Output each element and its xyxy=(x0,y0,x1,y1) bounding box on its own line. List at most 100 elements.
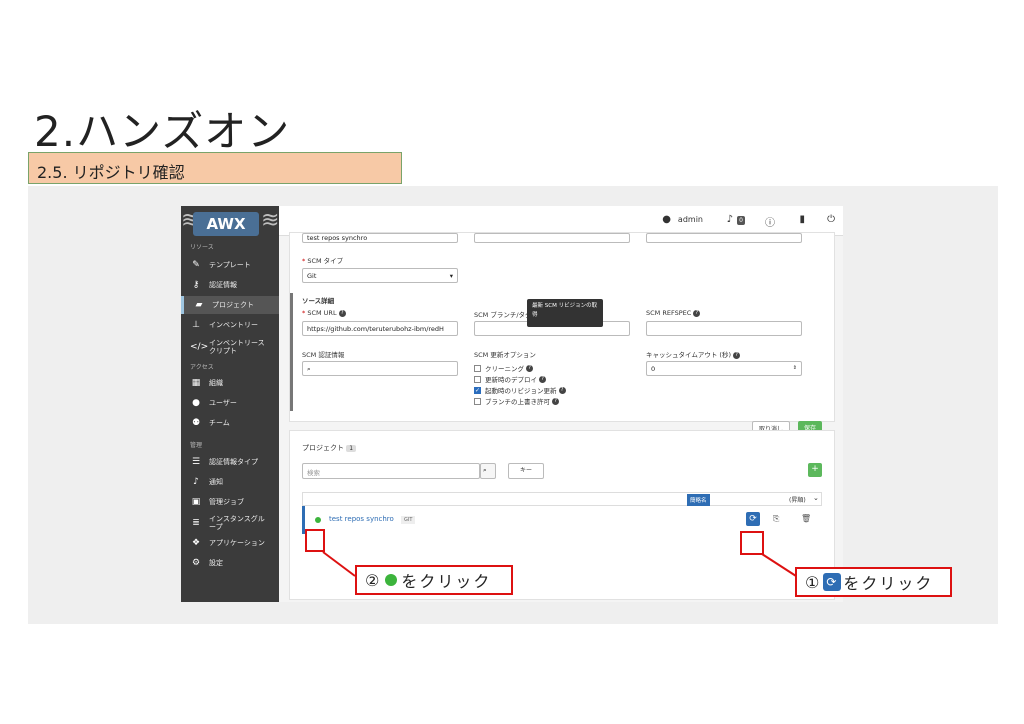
callout-text: をクリック xyxy=(843,574,934,593)
scm-type-select[interactable]: Git ▾ xyxy=(302,268,458,283)
highlight-status-dot xyxy=(305,529,325,552)
help-icon: ? xyxy=(338,309,346,317)
scm-type-badge: GIT xyxy=(401,516,416,524)
organization-input[interactable] xyxy=(646,233,802,243)
sidebar-item-label: インベントリースクリプト xyxy=(209,339,265,355)
awx-logo[interactable]: AWX xyxy=(193,212,259,236)
scm-credential-label: SCM 認証情報 xyxy=(302,351,345,359)
sidebar-item-label: テンプレート xyxy=(209,261,251,269)
help-icon: ? xyxy=(558,386,566,394)
list-alt-icon: ☰ xyxy=(191,457,201,467)
project-row[interactable]: test repos synchro GIT ⟳ ⎘ 🗑 xyxy=(302,506,822,534)
cubes-icon: ❖ xyxy=(191,538,201,548)
sidebar-item-applications[interactable]: ❖ アプリケーション xyxy=(181,534,279,552)
trash-icon[interactable]: 🗑 xyxy=(801,514,811,523)
sidebar-section-admin: 管理 xyxy=(190,442,203,449)
sidebar-item-label: 認証情報タイプ xyxy=(209,458,258,466)
sidebar-item-inventory-scripts[interactable]: </> インベントリースクリプト xyxy=(181,336,279,358)
project-search-input[interactable]: 検索 xyxy=(302,463,480,479)
key-button[interactable]: キー xyxy=(508,463,544,479)
spinner-icon: ⇕ xyxy=(792,365,797,371)
checkbox[interactable] xyxy=(474,397,481,405)
sidebar-item-settings[interactable]: ⚙ 設定 xyxy=(181,554,279,572)
building-icon: ▦ xyxy=(191,378,201,388)
highlight-sync-button xyxy=(740,531,764,555)
book-icon[interactable]: ▮ xyxy=(799,214,805,225)
bell-icon: ♪ xyxy=(193,477,199,487)
help-icon: ? xyxy=(693,309,701,317)
cache-timeout-input[interactable]: 0 ⇕ xyxy=(646,361,802,376)
sidebar-item-organizations[interactable]: ▦ 組織 xyxy=(181,374,279,392)
sidebar-item-label: アプリケーション xyxy=(209,539,265,547)
option-update-on-launch[interactable]: ✓ 起動時のリビジョン更新 ? xyxy=(474,385,566,395)
sidebar-item-label: インベントリー xyxy=(209,321,258,329)
wing-right-icon: ≋ xyxy=(261,208,280,233)
name-input[interactable]: test repos synchro xyxy=(302,233,458,243)
sidebar-item-credential-types[interactable]: ☰ 認証情報タイプ xyxy=(181,453,279,471)
sidebar-item-label: 認証情報 xyxy=(209,281,237,289)
key-icon: ⚷ xyxy=(192,280,200,290)
source-details-heading: ソース詳細 xyxy=(302,297,335,305)
copy-icon[interactable]: ⎘ xyxy=(773,514,779,524)
scm-url-label: * SCM URL ? xyxy=(302,309,346,317)
username[interactable]: admin xyxy=(678,215,703,224)
callout-step-1: ① ⟳ をクリック xyxy=(795,567,952,597)
slide-title: 2.ハンズオン xyxy=(34,107,291,156)
bell-icon[interactable]: ♪ xyxy=(727,214,733,225)
sidebar-item-management-jobs[interactable]: ▣ 管理ジョブ xyxy=(181,493,279,511)
help-icon: ? xyxy=(552,397,560,405)
briefcase-icon: ▣ xyxy=(191,497,201,507)
sidebar-item-users[interactable]: ● ユーザー xyxy=(181,394,279,412)
pencil-square-icon: ✎ xyxy=(192,260,200,270)
sidebar-item-templates[interactable]: ✎ テンプレート xyxy=(181,256,279,274)
callout-step-2: ② をクリック xyxy=(355,565,513,595)
sync-refresh-icon: ⟳ xyxy=(823,573,842,591)
users-icon: ⚉ xyxy=(191,418,201,428)
sidebar-item-projects[interactable]: ▰ プロジェクト xyxy=(181,296,279,314)
project-count-badge: 1 xyxy=(346,445,357,452)
add-project-button[interactable]: + xyxy=(808,463,822,477)
project-name-link[interactable]: test repos synchro xyxy=(329,515,394,523)
sort-name-label[interactable]: 簡略名 xyxy=(687,494,710,506)
option-clean[interactable]: クリーニング ? xyxy=(474,363,534,373)
checkbox[interactable] xyxy=(474,364,481,372)
sort-toolbar: 簡略名 (昇順) ⌄ xyxy=(302,492,822,506)
power-icon[interactable]: ⏻ xyxy=(827,214,835,225)
scm-credential-input[interactable]: ⌕ xyxy=(302,361,458,376)
sidebar-item-inventories[interactable]: ⊥ インベントリー xyxy=(181,316,279,334)
checkbox-checked[interactable]: ✓ xyxy=(474,386,481,394)
option-allow-branch-override[interactable]: ブランチの上書き許可 ? xyxy=(474,396,560,406)
sidebar-item-notifications[interactable]: ♪ 通知 xyxy=(181,473,279,491)
sidebar-item-label: インスタンスグループ xyxy=(209,515,265,531)
cache-timeout-label: キャッシュタイムアウト (秒) ? xyxy=(646,349,741,359)
description-input[interactable] xyxy=(474,233,630,243)
sync-refresh-icon[interactable]: ⟳ xyxy=(746,512,760,526)
sidebar-item-credentials[interactable]: ⚷ 認証情報 xyxy=(181,276,279,294)
scm-type-label: * SCM タイプ xyxy=(302,257,344,265)
scm-refspec-input[interactable] xyxy=(646,321,802,336)
green-dot-icon xyxy=(385,574,398,586)
sidebar-item-label: 管理ジョブ xyxy=(209,498,244,506)
scm-url-input[interactable]: https://github.com/teruterubohz-ibm/redH xyxy=(302,321,458,336)
option-deploy-on-update[interactable]: 更新時のデプロイ ? xyxy=(474,374,547,384)
sidebar-item-teams[interactable]: ⚉ チーム xyxy=(181,414,279,432)
server-icon: ≣ xyxy=(192,518,200,528)
help-icon: ? xyxy=(733,351,741,359)
checkbox[interactable] xyxy=(474,375,481,383)
search-icon[interactable]: ⌕ xyxy=(480,463,496,479)
help-icon: ? xyxy=(526,364,534,372)
user-icon: ● xyxy=(192,398,200,408)
cog-icon: ⚙ xyxy=(191,558,201,568)
sidebar-item-label: プロジェクト xyxy=(212,301,254,309)
sitemap-icon: ⊥ xyxy=(192,320,200,330)
sidebar-item-label: ユーザー xyxy=(209,399,237,407)
chevron-down-icon[interactable]: ⌄ xyxy=(813,494,819,502)
sidebar-item-instance-groups[interactable]: ≣ インスタンスグループ xyxy=(181,512,279,534)
notification-badge: 0 xyxy=(737,216,745,225)
status-dot-icon[interactable] xyxy=(315,517,321,523)
info-icon[interactable]: ⓘ xyxy=(765,214,775,229)
sort-order[interactable]: (昇順) xyxy=(789,495,806,504)
step-number: ① xyxy=(805,572,822,592)
sidebar-item-label: 通知 xyxy=(209,478,223,486)
sidebar-item-label: 設定 xyxy=(209,559,223,567)
